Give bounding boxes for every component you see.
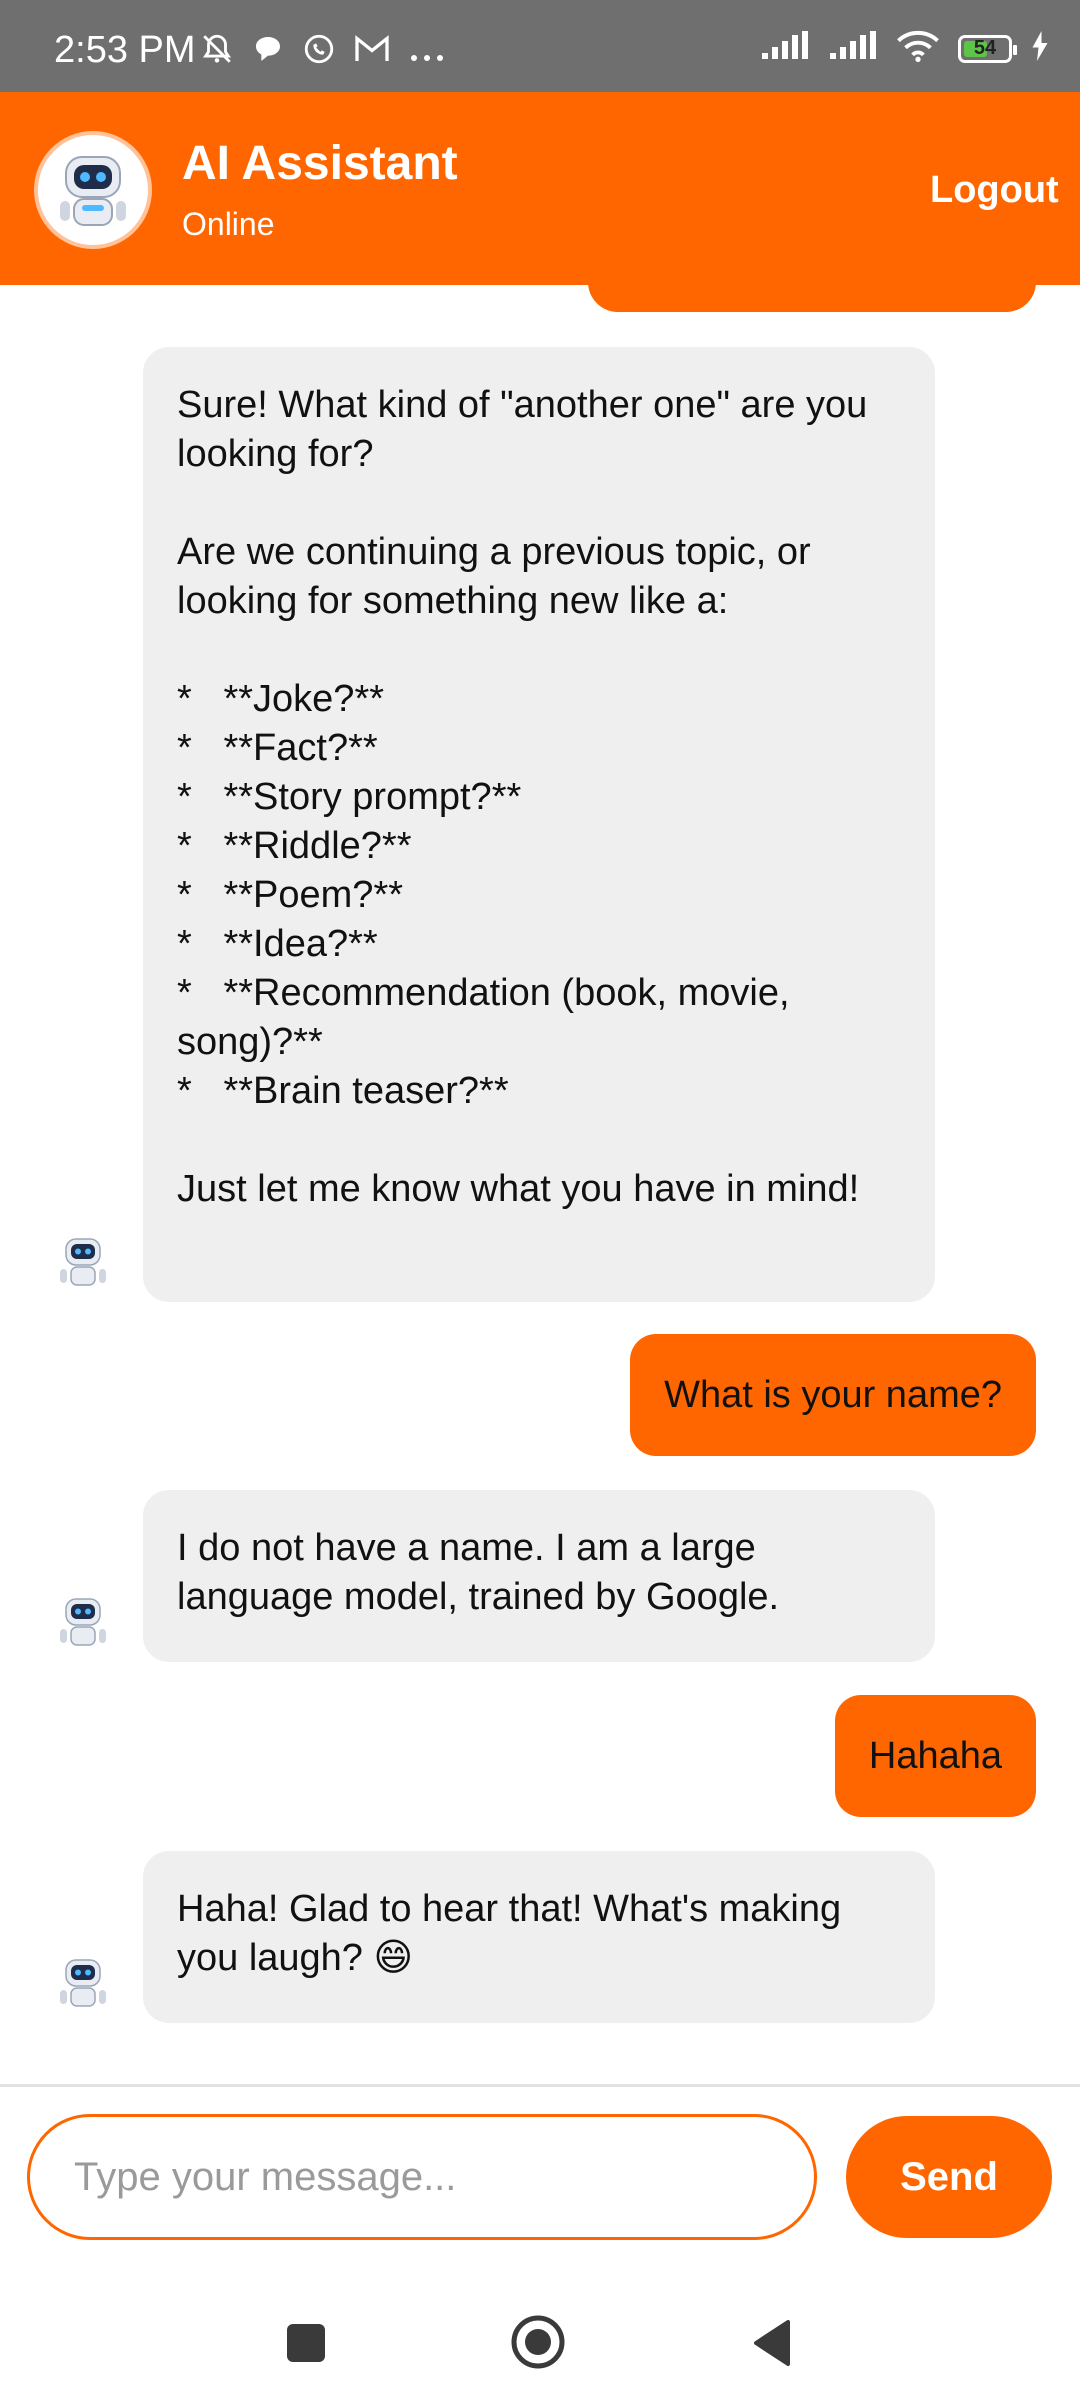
robot-icon	[60, 1959, 106, 2007]
signal-icon	[828, 31, 878, 66]
user-message: What is your name?	[630, 1334, 1036, 1456]
message-input[interactable]	[27, 2114, 817, 2240]
header-title: AI Assistant	[182, 137, 458, 190]
robot-icon	[60, 1238, 106, 1286]
composer-divider	[0, 2084, 1080, 2087]
status-time: 2:53 PM	[54, 29, 196, 71]
signal-icon	[760, 31, 810, 66]
robot-icon	[60, 156, 126, 226]
back-icon[interactable]	[750, 2318, 792, 2368]
online-status: Online	[182, 206, 275, 242]
charging-icon	[1030, 31, 1050, 66]
chat-bubble-icon	[252, 33, 284, 72]
recents-icon[interactable]	[287, 2324, 325, 2362]
bot-message: Haha! Glad to hear that! What's making y…	[143, 1851, 935, 2023]
bot-message: I do not have a name. I am a large langu…	[143, 1490, 935, 1662]
chat-header: AI Assistant Online Logout	[0, 92, 1080, 285]
send-button[interactable]: Send	[846, 2116, 1052, 2238]
robot-icon	[60, 1598, 106, 1646]
battery-icon: 54	[958, 34, 1017, 63]
assistant-avatar	[38, 135, 148, 245]
battery-level: 54	[973, 37, 997, 59]
user-message: Hahaha	[834, 1695, 1036, 1817]
bell-muted-icon	[200, 32, 234, 73]
notification-icons	[200, 32, 446, 73]
wifi-icon	[896, 30, 940, 67]
system-icons: 54	[760, 30, 1050, 67]
bot-message: Sure! What kind of "another one" are you…	[143, 347, 935, 1302]
whatsapp-icon	[302, 32, 336, 73]
more-dots-icon	[408, 35, 446, 71]
gmail-icon	[354, 34, 390, 71]
chat-messages[interactable]: Sure! What kind of "another one" are you…	[0, 285, 1080, 2085]
home-icon[interactable]	[510, 2314, 566, 2370]
system-nav-bar	[0, 2262, 1080, 2400]
logout-button[interactable]: Logout	[930, 166, 1080, 214]
status-bar: 2:53 PM 54	[0, 0, 1080, 92]
